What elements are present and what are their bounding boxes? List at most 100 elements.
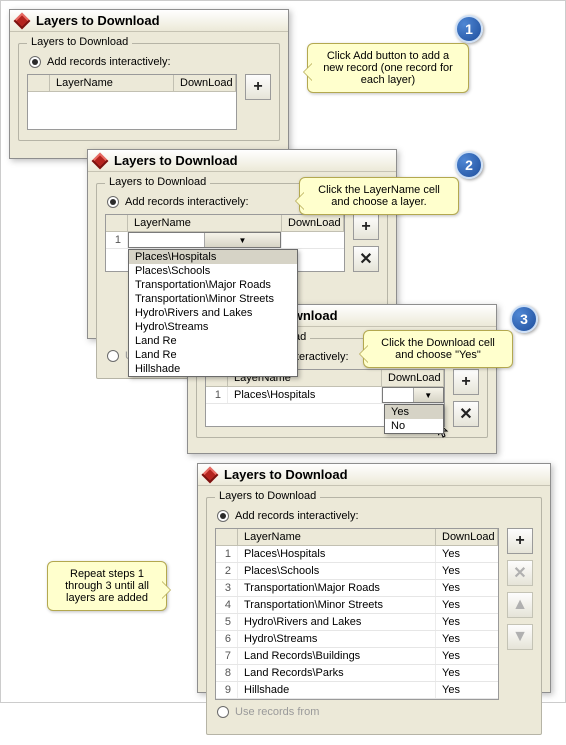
- records-table[interactable]: LayerName DownLoad 1 Places\Hospitals ▼ …: [205, 369, 445, 427]
- col-layername[interactable]: LayerName: [128, 215, 282, 231]
- dialog-title: Layers to Download: [224, 467, 348, 482]
- table-row[interactable]: 6Hydro\StreamsYes: [216, 631, 498, 648]
- layername-dropdown[interactable]: Places\HospitalsPlaces\SchoolsTransporta…: [128, 249, 298, 377]
- app-icon: [92, 152, 109, 169]
- table-row[interactable]: 4Transportation\Minor StreetsYes: [216, 597, 498, 614]
- table-row[interactable]: 1Places\HospitalsYes: [216, 546, 498, 563]
- radio-use-records[interactable]: [107, 350, 119, 362]
- records-table[interactable]: LayerName DownLoad: [27, 74, 237, 130]
- row-number: 1: [106, 232, 128, 248]
- download-cell[interactable]: Yes: [436, 648, 498, 664]
- dropdown-option[interactable]: Transportation\Minor Streets: [129, 292, 297, 306]
- add-button[interactable]: +: [507, 528, 533, 554]
- dropdown-option[interactable]: Transportation\Major Roads: [129, 278, 297, 292]
- step-badge-3: 3: [510, 305, 538, 333]
- layername-cell[interactable]: Land Records\Buildings: [238, 648, 436, 664]
- app-icon: [202, 466, 219, 483]
- radio-add-interactively[interactable]: [107, 196, 119, 208]
- layername-cell[interactable]: ▼: [128, 232, 282, 248]
- table-row[interactable]: 2Places\SchoolsYes: [216, 563, 498, 580]
- table-row[interactable]: 3Transportation\Major RoadsYes: [216, 580, 498, 597]
- col-layername[interactable]: LayerName: [50, 75, 174, 91]
- layername-cell[interactable]: Places\Schools: [238, 563, 436, 579]
- download-cell[interactable]: Yes: [436, 597, 498, 613]
- download-dropdown[interactable]: YesNo: [384, 404, 444, 434]
- table-row[interactable]: 7Land Records\BuildingsYes: [216, 648, 498, 665]
- callout-text: Repeat steps 1 through 3 until all layer…: [65, 568, 149, 604]
- col-download[interactable]: DownLoad: [436, 529, 498, 545]
- row-number: 5: [216, 614, 238, 630]
- layername-cell[interactable]: Transportation\Major Roads: [238, 580, 436, 596]
- tutorial-stage: { "dialog_title": "Layers to Download", …: [0, 0, 566, 703]
- dropdown-option[interactable]: Hydro\Rivers and Lakes: [129, 306, 297, 320]
- dropdown-option[interactable]: Hillshade: [129, 362, 297, 376]
- dialog-step1: Layers to Download Layers to Download Ad…: [9, 9, 289, 159]
- callout-text: Click the Download cell and choose "Yes": [381, 337, 495, 361]
- dropdown-option[interactable]: Places\Schools: [129, 264, 297, 278]
- col-download[interactable]: DownLoad: [282, 215, 344, 231]
- layername-combo[interactable]: ▼: [128, 232, 281, 248]
- row-number: 3: [216, 580, 238, 596]
- radio-add-label: Add records interactively:: [235, 510, 359, 522]
- download-combo[interactable]: ▼: [382, 387, 444, 403]
- layername-cell[interactable]: Hydro\Rivers and Lakes: [238, 614, 436, 630]
- dialog-step4: Layers to Download Layers to Download Ad…: [197, 463, 551, 693]
- download-cell[interactable]: Yes: [436, 682, 498, 698]
- records-table[interactable]: LayerName DownLoad 1Places\HospitalsYes2…: [215, 528, 499, 700]
- download-cell[interactable]: Yes: [436, 546, 498, 562]
- row-number: 7: [216, 648, 238, 664]
- dropdown-option[interactable]: Places\Hospitals: [129, 250, 297, 264]
- group-label: Layers to Download: [215, 490, 320, 502]
- radio-use-records[interactable]: [217, 706, 229, 718]
- group-label: Layers to Download: [27, 36, 132, 48]
- table-row[interactable]: 1 ▼: [106, 232, 344, 249]
- chevron-down-icon[interactable]: ▼: [413, 388, 444, 402]
- dropdown-option[interactable]: Yes: [385, 405, 443, 419]
- layername-cell[interactable]: Places\Hospitals: [238, 546, 436, 562]
- add-button[interactable]: +: [353, 214, 379, 240]
- titlebar[interactable]: Layers to Download: [88, 150, 396, 172]
- group-label: Layers to Download: [105, 176, 210, 188]
- dropdown-option[interactable]: Land Re: [129, 348, 297, 362]
- table-row[interactable]: 9HillshadeYes: [216, 682, 498, 699]
- row-number: 9: [216, 682, 238, 698]
- download-cell[interactable]: Yes: [436, 563, 498, 579]
- radio-add-interactively[interactable]: [217, 510, 229, 522]
- chevron-down-icon[interactable]: ▼: [204, 233, 280, 247]
- add-button[interactable]: +: [245, 74, 271, 100]
- delete-button[interactable]: ✕: [353, 246, 379, 272]
- radio-use-label: Use records from: [235, 706, 319, 718]
- titlebar[interactable]: Layers to Download: [198, 464, 550, 486]
- layername-cell[interactable]: Places\Hospitals: [228, 387, 382, 403]
- records-table[interactable]: LayerName DownLoad 1 ▼ Places\Hospita: [105, 214, 345, 272]
- col-download[interactable]: DownLoad: [174, 75, 236, 91]
- move-down-button[interactable]: ▼: [507, 624, 533, 650]
- download-cell[interactable]: Yes: [436, 614, 498, 630]
- layername-cell[interactable]: Hillshade: [238, 682, 436, 698]
- titlebar[interactable]: Layers to Download: [10, 10, 288, 32]
- layername-cell[interactable]: Transportation\Minor Streets: [238, 597, 436, 613]
- dropdown-option[interactable]: Hydro\Streams: [129, 320, 297, 334]
- delete-button[interactable]: ✕: [453, 401, 479, 427]
- col-layername[interactable]: LayerName: [238, 529, 436, 545]
- layername-cell[interactable]: Land Records\Parks: [238, 665, 436, 681]
- table-row[interactable]: 8Land Records\ParksYes: [216, 665, 498, 682]
- download-cell[interactable]: Yes: [436, 665, 498, 681]
- download-cell[interactable]: Yes: [436, 580, 498, 596]
- download-cell[interactable]: ▼: [382, 387, 444, 403]
- radio-add-label: Add records interactively:: [125, 196, 249, 208]
- add-button[interactable]: +: [453, 369, 479, 395]
- layername-cell[interactable]: Hydro\Streams: [238, 631, 436, 647]
- step-badge-1: 1: [455, 15, 483, 43]
- delete-button[interactable]: ✕: [507, 560, 533, 586]
- radio-add-interactively[interactable]: [29, 56, 41, 68]
- move-up-button[interactable]: ▲: [507, 592, 533, 618]
- dropdown-option[interactable]: No: [385, 419, 443, 433]
- callout-text: Click Add button to add a new record (on…: [323, 50, 453, 86]
- col-download[interactable]: DownLoad: [382, 370, 444, 386]
- table-row[interactable]: 5Hydro\Rivers and LakesYes: [216, 614, 498, 631]
- table-row[interactable]: 1 Places\Hospitals ▼: [206, 387, 444, 404]
- dropdown-option[interactable]: Land Re: [129, 334, 297, 348]
- download-cell[interactable]: Yes: [436, 631, 498, 647]
- callout-step2: Click the LayerName cell and choose a la…: [299, 177, 459, 215]
